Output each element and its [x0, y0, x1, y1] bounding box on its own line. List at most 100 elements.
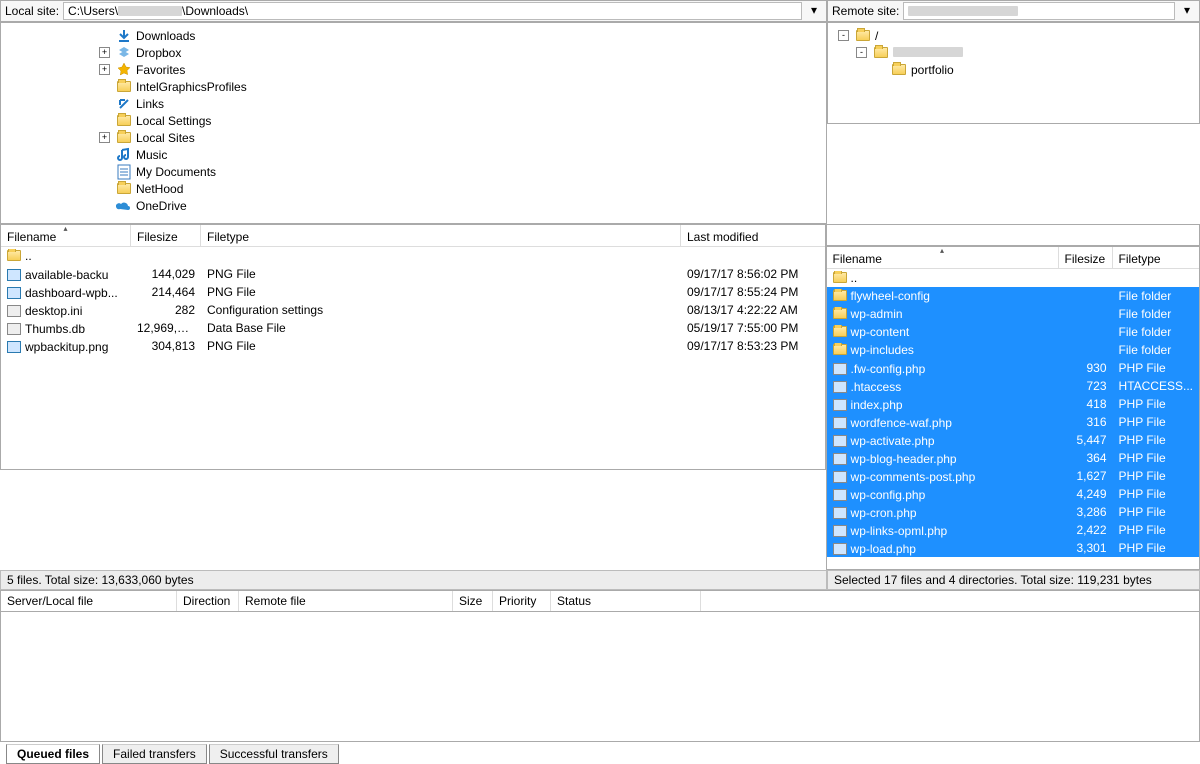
file-name: wp-content — [851, 325, 910, 339]
file-row[interactable]: dashboard-wpb...214,464PNG File09/17/17 … — [1, 283, 825, 301]
folder-icon — [7, 250, 21, 261]
col-server[interactable]: Server/Local file — [1, 591, 177, 611]
file-row[interactable]: wp-adminFile folder — [827, 305, 1199, 323]
tree-item-label: Local Sites — [136, 131, 195, 145]
file-row[interactable]: wp-contentFile folder — [827, 323, 1199, 341]
file-row[interactable]: .fw-config.php930PHP File — [827, 359, 1199, 377]
file-name: wp-admin — [851, 307, 903, 321]
folder-icon — [833, 272, 847, 283]
col-remote-file[interactable]: Remote file — [239, 591, 453, 611]
tree-expand-icon — [99, 200, 110, 211]
tab-successful-transfers[interactable]: Successful transfers — [209, 744, 339, 764]
tree-item[interactable]: -/ — [828, 27, 1199, 44]
file-type: PHP File — [1113, 451, 1199, 465]
file-row[interactable]: flywheel-configFile folder — [827, 287, 1199, 305]
file-row[interactable]: available-backu144,029PNG File09/17/17 8… — [1, 265, 825, 283]
tab-failed-transfers[interactable]: Failed transfers — [102, 744, 207, 764]
file-size: 418 — [1059, 397, 1113, 411]
tree-item[interactable]: NetHood — [1, 180, 826, 197]
tree-item-label: portfolio — [911, 63, 954, 77]
tree-item[interactable]: +Dropbox — [1, 44, 826, 61]
file-row[interactable]: .. — [1, 247, 825, 265]
file-icon — [833, 399, 847, 411]
tree-item[interactable]: Music — [1, 146, 826, 163]
col-filesize[interactable]: Filesize — [1059, 247, 1113, 268]
local-site-path[interactable]: C:\Users\\Downloads\ — [63, 2, 802, 20]
col-size[interactable]: Size — [453, 591, 493, 611]
settings-file-icon — [7, 323, 21, 335]
tree-item[interactable]: IntelGraphicsProfiles — [1, 78, 826, 95]
local-status-bar: 5 files. Total size: 13,633,060 bytes — [0, 570, 827, 590]
folder-icon — [833, 308, 847, 319]
col-filetype[interactable]: Filetype — [201, 225, 681, 246]
file-row[interactable]: .htaccess723HTACCESS... — [827, 377, 1199, 395]
local-file-list-header[interactable]: ▴Filename Filesize Filetype Last modifie… — [1, 225, 825, 247]
censored-text — [893, 47, 963, 57]
file-row[interactable]: wp-comments-post.php1,627PHP File — [827, 467, 1199, 485]
file-name: desktop.ini — [25, 304, 82, 318]
tree-expand-icon[interactable]: + — [99, 47, 110, 58]
file-type: PHP File — [1113, 433, 1199, 447]
col-direction[interactable]: Direction — [177, 591, 239, 611]
file-row[interactable]: wp-includesFile folder — [827, 341, 1199, 359]
file-row[interactable]: wp-cron.php3,286PHP File — [827, 503, 1199, 521]
chevron-down-icon[interactable]: ▾ — [806, 3, 822, 19]
file-row[interactable]: wp-activate.php5,447PHP File — [827, 431, 1199, 449]
file-name: index.php — [851, 398, 903, 412]
queue-body[interactable] — [0, 612, 1200, 742]
col-filetype[interactable]: Filetype — [1113, 247, 1199, 268]
tree-item[interactable]: OneDrive — [1, 197, 826, 214]
local-file-list[interactable]: ▴Filename Filesize Filetype Last modifie… — [0, 224, 826, 470]
file-type: HTACCESS... — [1113, 379, 1199, 393]
tree-item[interactable]: + Favorites — [1, 61, 826, 78]
file-icon — [833, 381, 847, 393]
local-directory-tree[interactable]: Downloads+Dropbox+FavoritesIntelGraphics… — [0, 22, 827, 224]
chevron-down-icon[interactable]: ▾ — [1179, 3, 1195, 19]
tree-item[interactable]: Links — [1, 95, 826, 112]
file-name: wordfence-waf.php — [851, 416, 952, 430]
tree-expand-icon[interactable]: + — [99, 132, 110, 143]
remote-directory-tree[interactable]: -/-portfolio — [827, 22, 1200, 124]
file-row[interactable]: wpbackitup.png304,813PNG File09/17/17 8:… — [1, 337, 825, 355]
tree-item-label: Favorites — [136, 63, 185, 77]
remote-site-path[interactable] — [903, 2, 1175, 20]
file-name: .. — [25, 249, 32, 263]
remote-site-label: Remote site: — [832, 4, 899, 18]
tree-expand-icon[interactable]: + — [99, 64, 110, 75]
col-priority[interactable]: Priority — [493, 591, 551, 611]
file-size: 3,286 — [1059, 505, 1113, 519]
remote-site-bar: Remote site: ▾ — [827, 0, 1200, 22]
file-icon — [833, 363, 847, 375]
remote-file-list[interactable]: ▴Filename Filesize Filetype ..flywheel-c… — [826, 246, 1200, 570]
col-status[interactable]: Status — [551, 591, 701, 611]
file-row[interactable]: wp-config.php4,249PHP File — [827, 485, 1199, 503]
tree-item-label: Local Settings — [136, 114, 211, 128]
tree-item[interactable]: portfolio — [828, 61, 1199, 78]
col-filename[interactable]: Filename — [833, 252, 882, 266]
col-last-modified[interactable]: Last modified — [681, 225, 825, 246]
tree-item[interactable]: + Local Sites — [1, 129, 826, 146]
tree-item[interactable]: - — [828, 44, 1199, 61]
file-type: PHP File — [1113, 397, 1199, 411]
file-row[interactable]: wp-load.php3,301PHP File — [827, 539, 1199, 557]
file-name: available-backu — [25, 268, 108, 282]
file-row[interactable]: wp-blog-header.php364PHP File — [827, 449, 1199, 467]
tree-item[interactable]: Local Settings — [1, 112, 826, 129]
file-row[interactable]: .. — [827, 269, 1199, 287]
col-filesize[interactable]: Filesize — [131, 225, 201, 246]
tree-expand-icon[interactable]: - — [856, 47, 867, 58]
col-filename[interactable]: Filename — [7, 230, 56, 244]
folder-icon — [855, 28, 871, 44]
tree-expand-icon — [874, 64, 885, 75]
remote-file-list-header[interactable]: ▴Filename Filesize Filetype — [827, 247, 1199, 269]
tab-queued-files[interactable]: Queued files — [6, 744, 100, 764]
tree-item[interactable]: Downloads — [1, 27, 826, 44]
file-row[interactable]: Thumbs.db12,969,472Data Base File05/19/1… — [1, 319, 825, 337]
file-row[interactable]: desktop.ini282Configuration settings08/1… — [1, 301, 825, 319]
file-row[interactable]: wordfence-waf.php316PHP File — [827, 413, 1199, 431]
tree-item[interactable]: My Documents — [1, 163, 826, 180]
file-row[interactable]: index.php 418PHP File — [827, 395, 1199, 413]
tree-expand-icon[interactable]: - — [838, 30, 849, 41]
queue-header[interactable]: Server/Local file Direction Remote file … — [0, 590, 1200, 612]
file-row[interactable]: wp-links-opml.php2,422PHP File — [827, 521, 1199, 539]
